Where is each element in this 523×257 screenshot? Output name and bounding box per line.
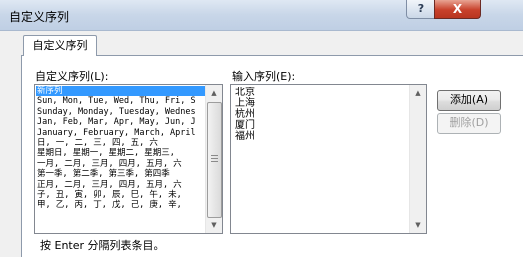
list-item[interactable]: 新序列 [36,86,205,97]
scroll-thumb[interactable] [207,102,222,218]
input-list-scrollbar[interactable]: ▲ ▼ [409,85,426,233]
custom-lists-items: 新序列 Sun, Mon, Tue, Wed, Thu, Fri, S Sunday… [36,86,205,232]
add-button[interactable]: 添加(A) [437,90,501,111]
list-item[interactable]: 一月, 二月, 三月, 四月, 五月, 六 [36,159,205,169]
input-list-field[interactable]: 北京 上海 杭州 厦门 福州 ▲ ▼ [230,84,427,234]
list-item[interactable]: 正月, 二月, 三月, 四月, 五月, 六 [36,180,205,190]
window-title: 自定义序列 [9,10,70,24]
list-item[interactable]: 日, 一, 二, 三, 四, 五, 六 [36,138,205,148]
input-list-text: 北京 上海 杭州 厦门 福州 [235,87,255,142]
custom-lists-listbox[interactable]: 新序列 Sun, Mon, Tue, Wed, Thu, Fri, S Sunday… [34,84,223,234]
delete-button[interactable]: 删除(D) [437,113,501,134]
close-icon: X [452,2,463,16]
custom-lists-scrollbar[interactable]: ▲ ▼ [205,85,222,233]
help-icon: ? [417,2,425,15]
close-button[interactable]: X [434,0,481,19]
custom-lists-label: 自定义序列(L): [35,70,109,83]
scroll-down-arrow-icon[interactable]: ▼ [206,217,222,233]
list-item[interactable]: 甲, 乙, 丙, 丁, 戊, 己, 庚, 辛, [36,200,205,210]
tab-custom-lists[interactable]: 自定义序列 [23,35,97,56]
scroll-up-arrow-icon[interactable]: ▲ [206,85,222,101]
list-item[interactable]: Sunday, Monday, Tuesday, Wednes [36,107,205,117]
list-item[interactable]: 子, 丑, 寅, 卯, 辰, 巳, 午, 未, [36,190,205,200]
input-list-label: 输入序列(E): [232,70,296,83]
list-item[interactable]: Jan, Feb, Mar, Apr, May, Jun, J [36,117,205,127]
list-item[interactable]: Sun, Mon, Tue, Wed, Thu, Fri, S [36,96,205,106]
help-button[interactable]: ? [406,0,436,19]
hint-text: 按 Enter 分隔列表条目。 [40,239,165,252]
list-item[interactable]: 星期日, 星期一, 星期二, 星期三, [36,148,205,158]
list-item[interactable]: 第一季, 第二季, 第三季, 第四季 [36,169,205,179]
list-item[interactable]: January, February, March, April [36,128,205,138]
input-scroll-up-arrow-icon[interactable]: ▲ [410,85,426,101]
title-bar: 自定义序列 ? X [0,0,523,31]
input-scroll-down-arrow-icon[interactable]: ▼ [410,217,426,233]
